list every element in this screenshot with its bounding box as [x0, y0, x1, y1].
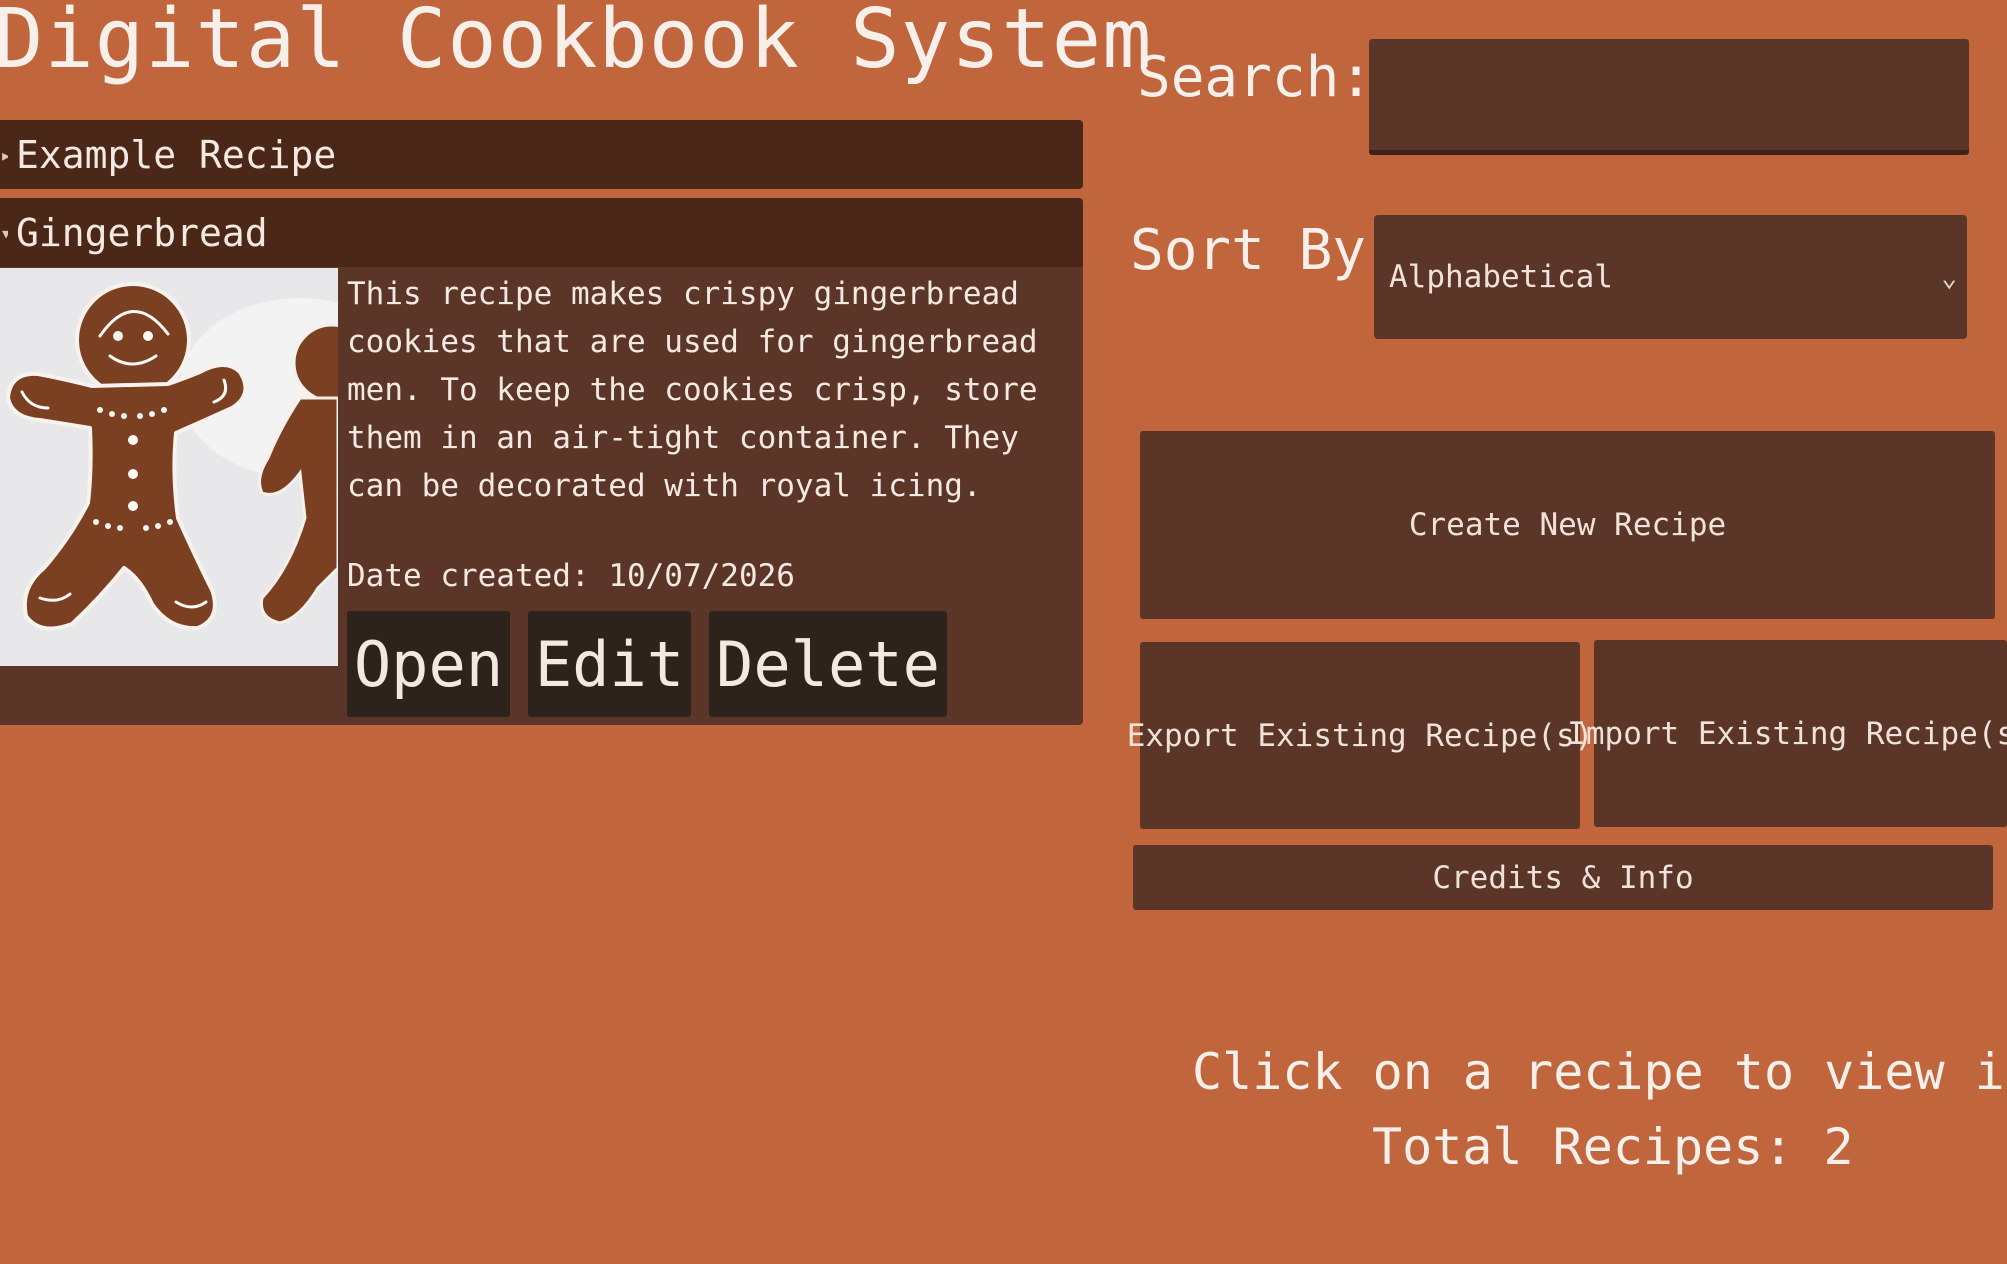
recipe-item-gingerbread[interactable]: ▾ Gingerbread: [0, 198, 1083, 267]
date-label: Date created:: [347, 558, 590, 594]
total-recipes: Total Recipes: 2: [1372, 1118, 1854, 1176]
export-recipes-button[interactable]: Export Existing Recipe(s): [1127, 642, 1593, 829]
recipe-item-example[interactable]: ▸ Example Recipe: [0, 120, 1083, 189]
credits-info-button[interactable]: Credits & Info: [1133, 845, 1993, 910]
sort-select[interactable]: Alphabetical ⌄: [1374, 215, 1967, 339]
recipe-date-created: Date created: 10/07/2026: [347, 558, 795, 594]
search-label: Search:: [1137, 45, 1374, 110]
import-recipes-button[interactable]: Import Existing Recipe(s): [1567, 640, 2007, 827]
caret-down-icon: ▾: [0, 220, 8, 245]
chevron-down-icon: ⌄: [1941, 263, 1957, 293]
page-title: Digital Cookbook System: [0, 0, 1153, 87]
open-recipe-button[interactable]: Open: [347, 611, 510, 717]
edit-recipe-button[interactable]: Edit: [528, 611, 691, 717]
recipe-description: This recipe makes crispy gingerbread coo…: [347, 276, 1038, 504]
recipe-image: [0, 268, 338, 666]
recipe-name: Gingerbread: [16, 210, 268, 255]
date-value: 10/07/2026: [608, 558, 795, 594]
delete-recipe-button[interactable]: Delete: [709, 611, 947, 717]
recipe-name: Example Recipe: [16, 132, 337, 177]
status-hint: Click on a recipe to view it.: [1192, 1043, 2007, 1101]
caret-right-icon: ▸: [0, 142, 8, 167]
search-input[interactable]: [1369, 39, 1969, 155]
sort-label: Sort By:: [1130, 218, 1400, 283]
create-recipe-button[interactable]: Create New Recipe: [1140, 431, 1995, 619]
sort-selected-value: Alphabetical: [1389, 259, 1613, 295]
total-count: 2: [1823, 1118, 1854, 1176]
total-label: Total Recipes:: [1372, 1118, 1794, 1176]
